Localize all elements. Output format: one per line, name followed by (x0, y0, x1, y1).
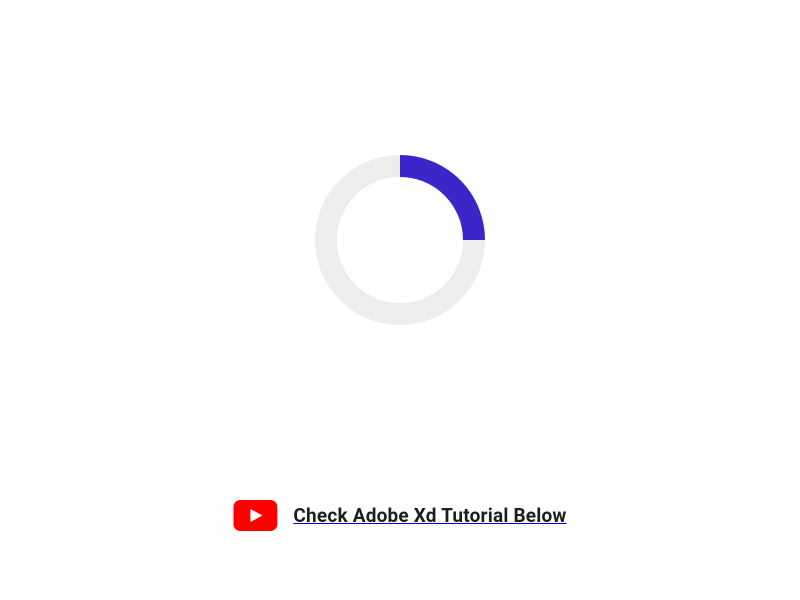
spinner-arc (400, 166, 474, 240)
tutorial-link-label: Check Adobe Xd Tutorial Below (293, 504, 566, 527)
loading-spinner (315, 155, 485, 325)
tutorial-link[interactable]: Check Adobe Xd Tutorial Below (233, 500, 566, 531)
youtube-icon (233, 500, 277, 531)
spinner-svg (315, 155, 485, 325)
